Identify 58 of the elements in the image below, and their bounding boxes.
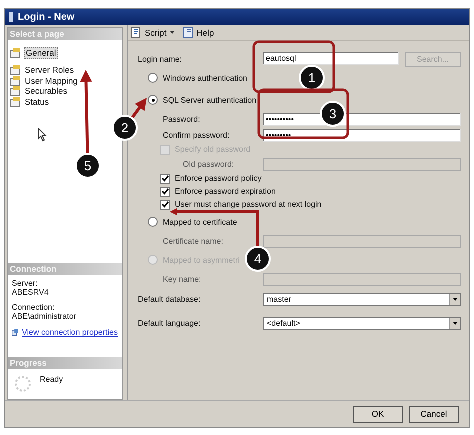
connection-label: Connection: [12, 303, 56, 312]
toolbar-button[interactable]: Script [131, 27, 175, 38]
dialog-button[interactable]: OK [353, 406, 403, 422]
input-field[interactable]: eautosql [263, 52, 399, 64]
radio-button[interactable] [148, 73, 158, 83]
radio-label: Windows authentication [163, 74, 248, 82]
page-item[interactable]: Securables [10, 86, 120, 96]
page-item[interactable]: General [10, 41, 120, 65]
field-label: Certificate name: [162, 236, 224, 246]
help-icon [182, 27, 194, 38]
checkbox[interactable] [160, 200, 170, 210]
window-icon [9, 12, 13, 22]
caret-icon [170, 31, 175, 34]
field-label: Login name: [138, 54, 184, 64]
field-label: Confirm password: [162, 130, 231, 140]
page-icon [10, 76, 21, 86]
checkbox-label: Enforce password policy [175, 174, 262, 183]
mouse-cursor-icon [38, 128, 47, 142]
page-icon [10, 48, 21, 58]
radio-button[interactable] [148, 95, 158, 105]
server-label: Server: [12, 279, 39, 288]
connection-name: ABE\administrator [12, 312, 78, 322]
dropdown[interactable]: <default> [263, 316, 461, 330]
caret-icon [452, 322, 458, 324]
field-label: Default language: [138, 318, 202, 328]
progress-status: Ready [40, 375, 64, 384]
dropdown[interactable]: master [263, 292, 461, 306]
page-icon [10, 96, 21, 107]
section-header: Select a page [8, 28, 122, 40]
script-icon [131, 27, 142, 38]
server-name: ABESRV4 [12, 288, 50, 298]
window-title: Login - New [18, 12, 75, 22]
input-field[interactable]: ••••••••• [263, 128, 461, 142]
checkbox-label: Enforce password expiration [175, 187, 276, 196]
properties-icon [12, 327, 20, 338]
page-icon [10, 86, 21, 96]
section-header: Progress [8, 357, 122, 369]
callout-arrow [130, 98, 147, 120]
radio-button[interactable] [148, 217, 158, 227]
field-label: Default database: [138, 294, 202, 304]
page-icon [10, 65, 21, 76]
toolbar-button[interactable]: Help [182, 27, 214, 38]
caret-icon [452, 298, 458, 300]
connection-properties-link[interactable]: View connection properties [22, 328, 118, 338]
checkbox[interactable] [160, 174, 170, 184]
section-header: Connection [8, 263, 122, 276]
checkbox-label: User must change password at next login [175, 200, 322, 209]
dialog-button[interactable]: Cancel [409, 406, 459, 422]
spinner-icon [14, 375, 32, 393]
page-item[interactable]: Status [10, 96, 120, 107]
field-label: Old password: [182, 160, 236, 168]
field-label: Password: [162, 114, 202, 124]
field-label: Key name: [162, 274, 202, 284]
radio-label: Mapped to certificate [163, 218, 238, 226]
radio-label: SQL Server authentication [163, 96, 257, 104]
page-item[interactable]: User Mapping [10, 76, 120, 86]
checkbox[interactable] [160, 186, 170, 196]
page-item[interactable]: Server Roles [10, 65, 120, 76]
